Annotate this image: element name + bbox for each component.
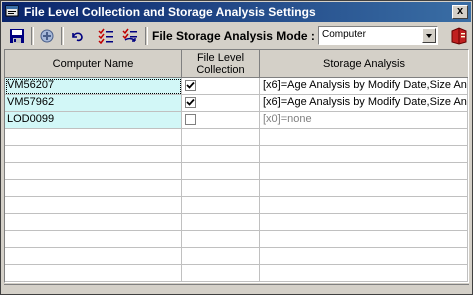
empty-cell (5, 129, 182, 146)
table-row[interactable]: VM57962 [x6]=Age Analysis by Modify Date,… (5, 95, 468, 112)
mode-select-value: Computer (322, 29, 366, 40)
refresh-icon (40, 29, 54, 43)
file-level-cell (182, 95, 260, 112)
refresh-button[interactable] (36, 26, 58, 46)
empty-cell (182, 214, 260, 231)
mode-select[interactable]: Computer (318, 26, 438, 45)
file-level-checkbox[interactable] (185, 97, 196, 108)
empty-cell (5, 180, 182, 197)
column-header-computer[interactable]: Computer Name (5, 50, 182, 78)
empty-table-row (5, 129, 468, 146)
chevron-down-icon[interactable] (422, 28, 436, 43)
empty-table-row (5, 214, 468, 231)
empty-cell (260, 265, 468, 282)
column-header-storage[interactable]: Storage Analysis (260, 50, 468, 78)
empty-cell (182, 197, 260, 214)
computer-name-cell[interactable]: LOD0099 (5, 112, 182, 129)
empty-table-row (5, 265, 468, 282)
computer-name-cell[interactable]: VM56207 (5, 78, 182, 95)
empty-cell (5, 214, 182, 231)
file-level-cell (182, 112, 260, 129)
save-button[interactable] (6, 26, 28, 46)
storage-analysis-cell[interactable]: [x0]=none (260, 112, 468, 129)
mode-label: File Storage Analysis Mode : (152, 29, 315, 43)
save-icon (10, 29, 24, 43)
status-bar (4, 284, 469, 293)
empty-cell (260, 180, 468, 197)
empty-cell (5, 231, 182, 248)
empty-cell (182, 146, 260, 163)
empty-cell (260, 214, 468, 231)
window-title: File Level Collection and Storage Analys… (24, 5, 316, 19)
storage-analysis-cell[interactable]: [x6]=Age Analysis by Modify Date,Size An… (260, 95, 468, 112)
help-button[interactable] (448, 26, 470, 46)
empty-cell (260, 231, 468, 248)
empty-table-row (5, 146, 468, 163)
empty-cell (182, 231, 260, 248)
table-row[interactable]: VM56207 [x6]=Age Analysis by Modify Date,… (5, 78, 468, 95)
empty-cell (5, 265, 182, 282)
empty-cell (5, 146, 182, 163)
toolbar: File Storage Analysis Mode : Computer (2, 23, 471, 49)
empty-cell (182, 180, 260, 197)
empty-table-row (5, 231, 468, 248)
file-level-checkbox[interactable] (185, 80, 196, 91)
undo-icon (72, 32, 83, 42)
title-bar[interactable]: File Level Collection and Storage Analys… (2, 2, 471, 22)
help-book-icon (451, 27, 467, 45)
empty-cell (260, 129, 468, 146)
file-level-cell (182, 78, 260, 95)
empty-cell (182, 248, 260, 265)
file-level-checkbox[interactable] (185, 114, 196, 125)
empty-table-row (5, 248, 468, 265)
empty-cell (182, 163, 260, 180)
undo-button[interactable] (66, 26, 88, 46)
column-header-file-level[interactable]: File Level Collection (182, 50, 260, 78)
close-button[interactable]: x (452, 5, 468, 19)
empty-cell (260, 163, 468, 180)
empty-cell (182, 129, 260, 146)
empty-cell (182, 265, 260, 282)
empty-cell (260, 248, 468, 265)
empty-cell (260, 146, 468, 163)
uncheck-list-icon (122, 28, 137, 42)
settings-grid: Computer Name File Level Collection Stor… (4, 49, 469, 283)
check-list-icon (98, 28, 113, 44)
table-row[interactable]: LOD0099 [x0]=none (5, 112, 468, 129)
empty-table-row (5, 180, 468, 197)
settings-window: File Level Collection and Storage Analys… (0, 0, 473, 295)
computer-name-cell[interactable]: VM57962 (5, 95, 182, 112)
empty-table-row (5, 163, 468, 180)
uncheck-all-button[interactable] (119, 26, 141, 46)
empty-table-row (5, 197, 468, 214)
check-all-button[interactable] (95, 26, 117, 46)
empty-cell (5, 163, 182, 180)
empty-cell (260, 197, 468, 214)
empty-cell (5, 197, 182, 214)
storage-analysis-cell[interactable]: [x6]=Age Analysis by Modify Date,Size An… (260, 78, 468, 95)
empty-cell (5, 248, 182, 265)
app-icon (5, 5, 19, 17)
